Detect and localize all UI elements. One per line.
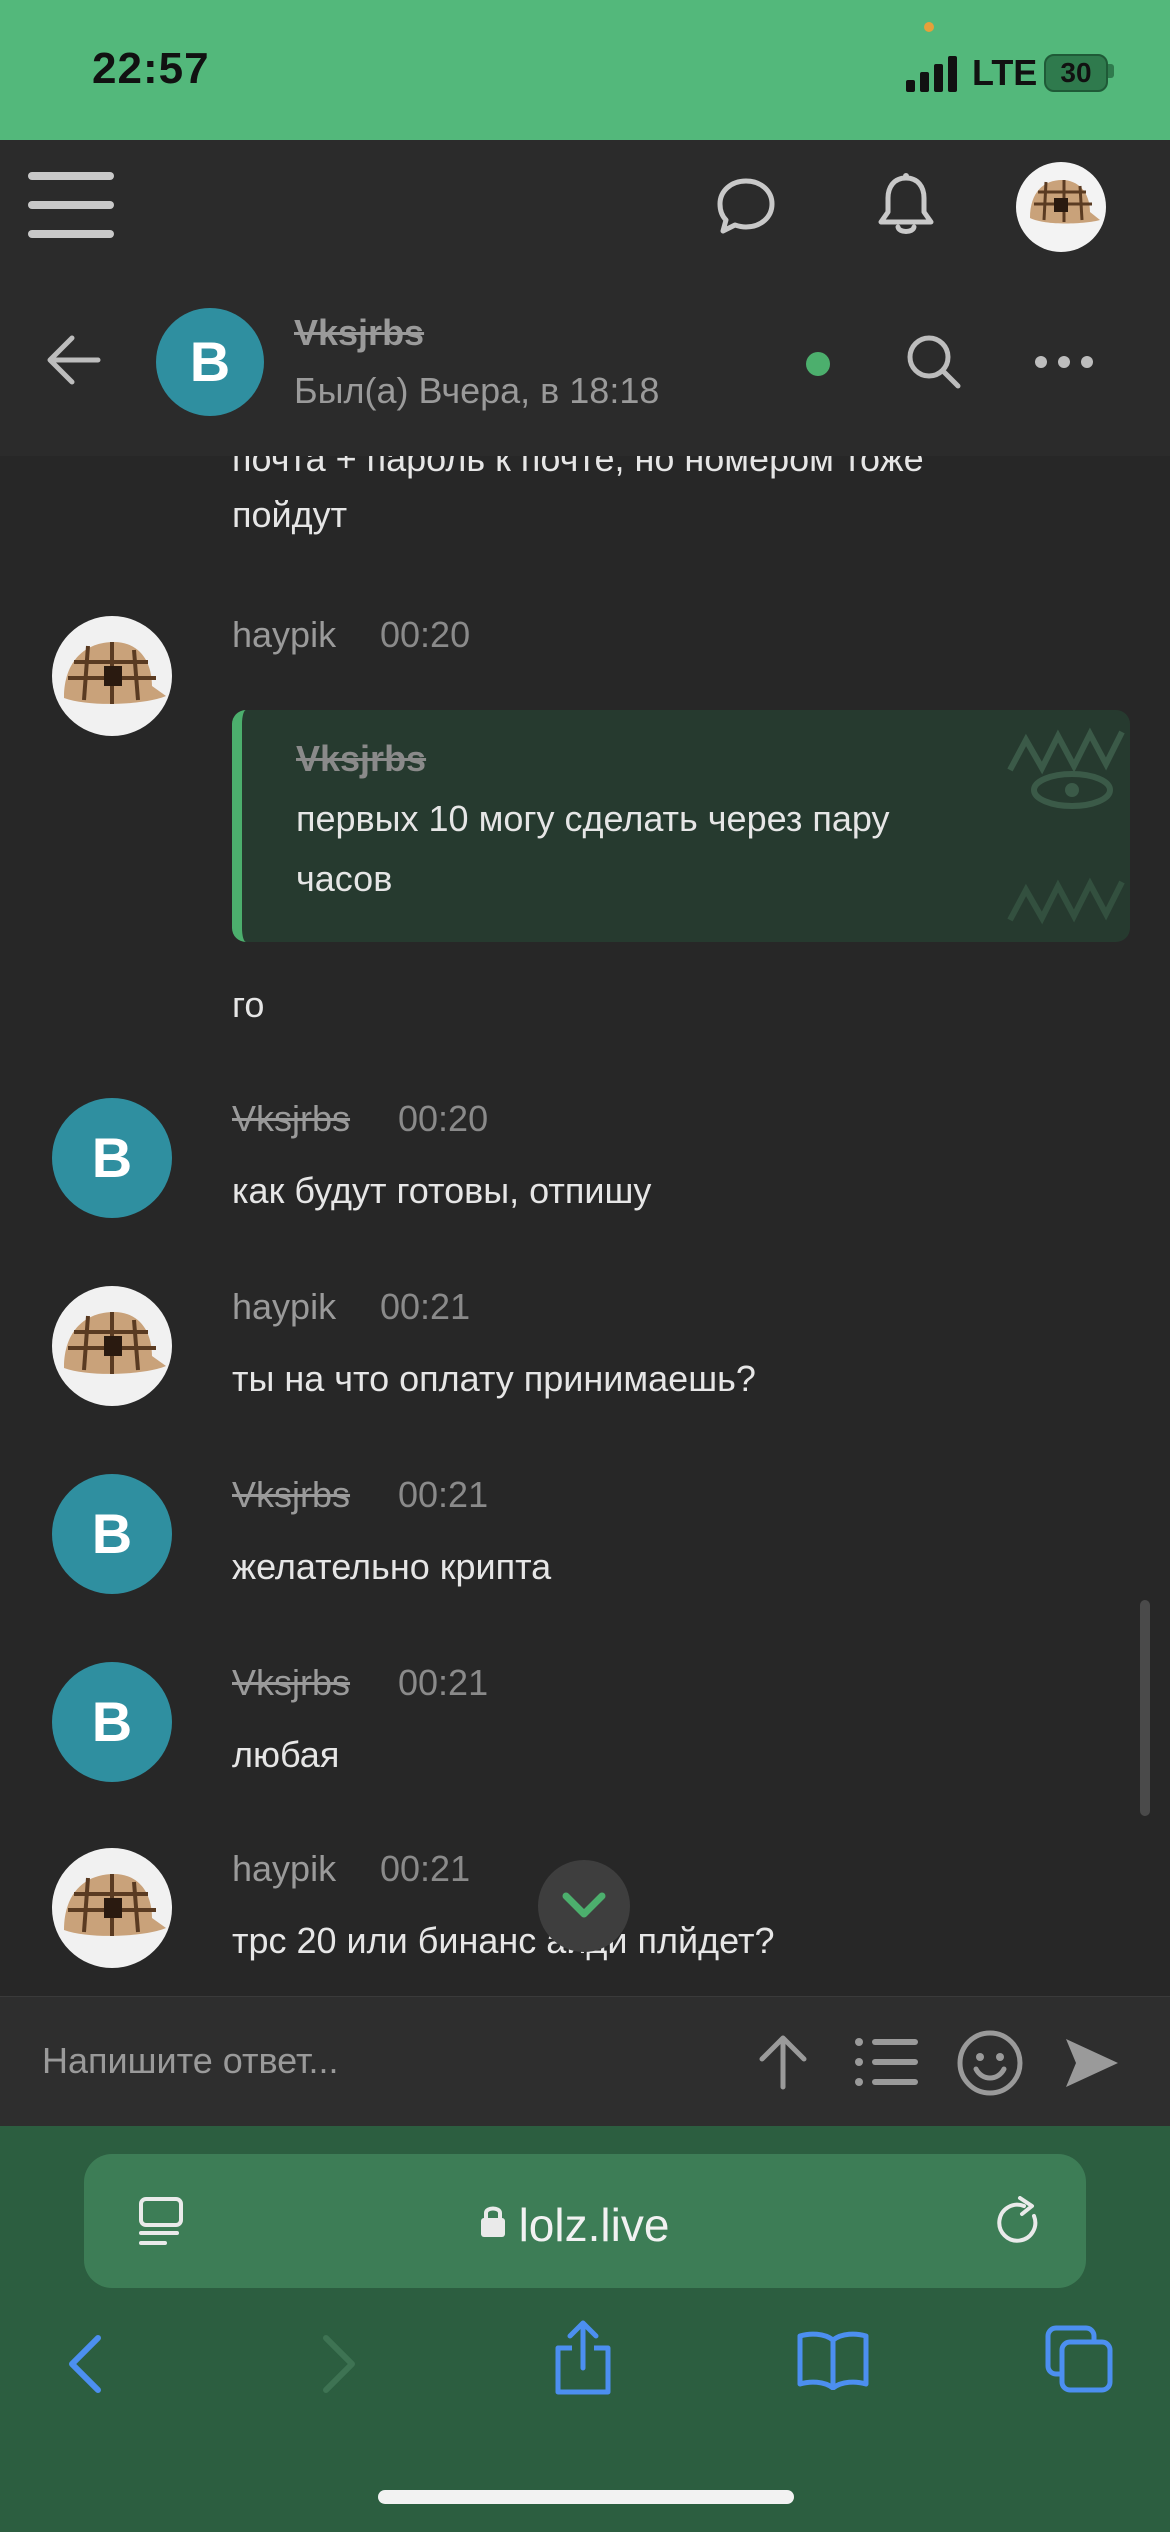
reload-icon[interactable] xyxy=(994,2196,1044,2248)
reply-composer xyxy=(0,1996,1170,2127)
arrow-up-icon[interactable] xyxy=(756,2033,810,2091)
url-text[interactable]: lolz.live xyxy=(84,2198,1086,2252)
avatar[interactable]: B xyxy=(52,1662,172,1782)
avatar[interactable] xyxy=(52,616,172,736)
chat-header: B Vksjrbs Был(а) Вчера, в 18:18 xyxy=(0,270,1170,457)
cap-avatar-image xyxy=(64,642,166,704)
chevron-right-icon[interactable] xyxy=(320,2334,360,2394)
quote-pattern xyxy=(1007,727,1125,925)
cap-avatar-image xyxy=(64,1874,166,1936)
message-author[interactable]: haypik xyxy=(232,1848,336,1890)
message-author[interactable]: haypik xyxy=(232,1286,336,1328)
book-icon[interactable] xyxy=(796,2330,870,2390)
chat-partner-name[interactable]: Vksjrbs xyxy=(294,312,424,354)
avatar[interactable] xyxy=(52,1286,172,1406)
message-time: 00:21 xyxy=(398,1474,489,1515)
message-author[interactable]: haypik xyxy=(232,614,336,656)
quote-text: часов xyxy=(296,858,393,899)
home-indicator[interactable] xyxy=(378,2490,794,2504)
signal-icon xyxy=(906,54,958,92)
message-author[interactable]: Vksjrbs xyxy=(232,1662,350,1704)
privacy-indicator xyxy=(924,22,934,32)
quote-author[interactable]: Vksjrbs xyxy=(296,738,426,780)
message-text: го xyxy=(232,984,265,1025)
message-time: 00:20 xyxy=(380,614,471,655)
message-author[interactable]: Vksjrbs xyxy=(232,1098,350,1140)
menu-icon[interactable] xyxy=(28,170,114,240)
chevron-left-icon[interactable] xyxy=(64,2334,104,2394)
list-icon[interactable] xyxy=(854,2037,920,2087)
user-avatar[interactable] xyxy=(1016,162,1106,252)
message-time: 00:21 xyxy=(398,1662,489,1703)
battery-tip xyxy=(1108,64,1114,78)
message-text: ты на что оплату принимаешь? xyxy=(232,1358,756,1399)
message-author[interactable]: Vksjrbs xyxy=(232,1474,350,1516)
send-icon[interactable] xyxy=(1062,2033,1122,2093)
online-indicator xyxy=(806,352,830,376)
message-list[interactable]: почта + пароль к почте, но номером тоже … xyxy=(0,456,1170,1996)
message-text-partial: пойдут xyxy=(232,494,348,535)
scrollbar[interactable] xyxy=(1140,1600,1150,1816)
chevron-down-icon xyxy=(562,1892,606,1918)
avatar[interactable] xyxy=(52,1848,172,1968)
message-time: 00:20 xyxy=(398,1098,489,1139)
reply-input[interactable] xyxy=(40,2025,724,2097)
last-seen-status: Был(а) Вчера, в 18:18 xyxy=(294,370,660,411)
message-text-partial: почта + пароль к почте, но номером тоже xyxy=(232,456,924,479)
arrow-left-icon[interactable] xyxy=(44,332,104,388)
scroll-to-bottom-button[interactable] xyxy=(538,1860,630,1952)
url-bar[interactable]: lolz.live xyxy=(84,2154,1086,2288)
network-type: LTE xyxy=(972,52,1038,93)
site-header xyxy=(0,140,1170,270)
chat-partner-avatar[interactable]: B xyxy=(156,308,264,416)
chat-bubble-icon[interactable] xyxy=(716,176,776,236)
more-dots-icon[interactable] xyxy=(1034,354,1094,370)
share-icon[interactable] xyxy=(552,2320,614,2396)
avatar[interactable]: B xyxy=(52,1474,172,1594)
avatar[interactable]: B xyxy=(52,1098,172,1218)
battery-level: 30 xyxy=(1060,57,1092,88)
message-text: трс 20 или бинанс айди плйдет? xyxy=(232,1920,775,1961)
message-text: как будут готовы, отпишу xyxy=(232,1170,652,1211)
quoted-message[interactable]: Vksjrbs первых 10 могу сделать через пар… xyxy=(232,710,1130,942)
battery-icon: 30 xyxy=(1044,54,1108,92)
smiley-icon[interactable] xyxy=(956,2029,1024,2097)
message-time: 00:21 xyxy=(380,1286,471,1327)
tabs-icon[interactable] xyxy=(1044,2324,1114,2394)
message-text: любая xyxy=(232,1734,340,1775)
search-icon[interactable] xyxy=(904,332,964,392)
cap-avatar-image xyxy=(64,1312,166,1374)
bell-icon[interactable] xyxy=(874,172,938,238)
message-text: желательно крипта xyxy=(232,1546,552,1587)
message-time: 00:21 xyxy=(380,1848,471,1889)
quote-text: первых 10 могу сделать через пару xyxy=(296,798,890,839)
status-time: 22:57 xyxy=(92,44,210,93)
